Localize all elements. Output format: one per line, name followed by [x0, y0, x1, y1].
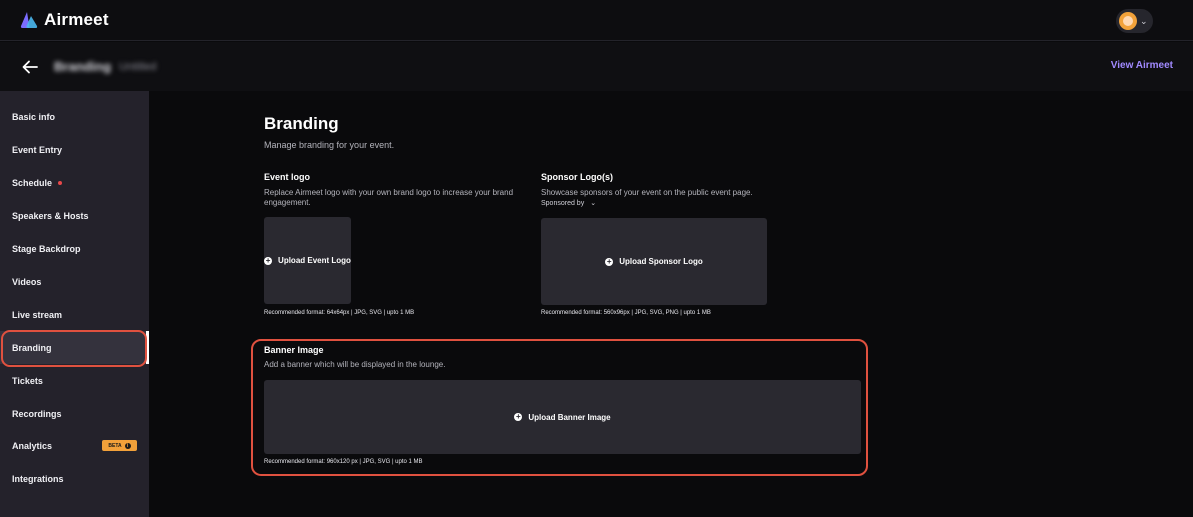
sidebar-item-basic-info[interactable]: Basic info	[0, 100, 149, 133]
airmeet-logo-icon	[20, 12, 38, 28]
avatar	[1119, 12, 1137, 30]
sidebar-item-label: Schedule	[12, 177, 53, 188]
info-icon: i	[124, 442, 131, 449]
upload-sponsor-logo-label: Upload Sponsor Logo	[619, 257, 703, 266]
sponsor-logo-description: Showcase sponsors of your event on the p…	[541, 188, 753, 197]
sidebar-item-schedule[interactable]: Schedule	[0, 166, 149, 199]
breadcrumb: Branding Untitled	[54, 59, 156, 74]
sidebar-item-label: Basic info	[12, 111, 56, 122]
beta-badge: BETA i	[102, 440, 137, 451]
sidebar-item-label: Speakers & Hosts	[12, 210, 89, 221]
plus-circle-icon: +	[264, 255, 273, 265]
event-logo-recommendation: Recommended format: 64x64px | JPG, SVG |…	[264, 310, 415, 316]
sidebar-item-label: Event Entry	[12, 144, 63, 155]
sidebar-item-label: Stage Backdrop	[12, 243, 81, 254]
sidebar-item-stage-backdrop[interactable]: Stage Backdrop	[0, 232, 149, 265]
sponsor-logo-recommendation: Recommended format: 560x96px | JPG, SVG,…	[541, 310, 711, 316]
sidebar-item-live-stream[interactable]: Live stream	[0, 298, 149, 331]
sidebar-item-label: Tickets	[12, 375, 43, 386]
sponsored-by-label: Sponsored by	[541, 199, 585, 207]
sidebar: Basic info Event Entry Schedule Speakers…	[0, 91, 149, 517]
notification-dot	[58, 180, 63, 185]
event-logo-description: Replace Airmeet logo with your own brand…	[264, 188, 514, 207]
user-menu[interactable]: ⌄	[1116, 9, 1153, 33]
sub-header: Branding Untitled View Airmeet	[0, 42, 1193, 91]
arrow-left-icon[interactable]	[21, 58, 39, 76]
upload-event-logo-label: Upload Event Logo	[278, 256, 351, 265]
upload-sponsor-logo-button[interactable]: + Upload Sponsor Logo	[541, 218, 767, 305]
sidebar-item-event-entry[interactable]: Event Entry	[0, 133, 149, 166]
page-title: Branding	[264, 114, 339, 133]
sidebar-item-label: Analytics	[12, 440, 53, 451]
banner-highlight-outline	[251, 339, 868, 476]
sidebar-item-tickets[interactable]: Tickets	[0, 364, 149, 397]
airmeet-logo[interactable]: Airmeet	[20, 10, 109, 30]
sidebar-item-label: Videos	[12, 276, 42, 287]
beta-label: BETA	[108, 442, 122, 449]
chevron-down-icon: ⌄	[1140, 15, 1148, 26]
chevron-down-icon: ⌄	[590, 200, 597, 207]
sidebar-item-videos[interactable]: Videos	[0, 265, 149, 298]
branding-highlight-outline	[1, 330, 147, 367]
sidebar-item-analytics[interactable]: Analytics BETA i	[0, 429, 149, 462]
top-bar: Airmeet ⌄	[0, 0, 1193, 41]
page-subtitle: Manage branding for your event.	[264, 140, 395, 150]
breadcrumb-main: Branding	[54, 59, 112, 74]
event-logo-title: Event logo	[264, 172, 311, 182]
sponsor-logo-title: Sponsor Logo(s)	[541, 172, 613, 182]
upload-event-logo-button[interactable]: + Upload Event Logo	[264, 217, 351, 304]
sidebar-item-label: Recordings	[12, 408, 62, 419]
sidebar-item-label: Integrations	[12, 473, 64, 484]
sidebar-item-label: Live stream	[12, 309, 63, 320]
plus-circle-icon: +	[605, 256, 614, 266]
view-airmeet-link[interactable]: View Airmeet	[1111, 60, 1173, 71]
app-name: Airmeet	[44, 10, 109, 29]
sidebar-item-integrations[interactable]: Integrations	[0, 462, 149, 495]
sidebar-item-speakers-hosts[interactable]: Speakers & Hosts	[0, 199, 149, 232]
breadcrumb-sub: Untitled	[119, 60, 157, 73]
sponsored-by-dropdown[interactable]: Sponsored by ⌄	[541, 199, 597, 208]
sidebar-item-recordings[interactable]: Recordings	[0, 397, 149, 430]
